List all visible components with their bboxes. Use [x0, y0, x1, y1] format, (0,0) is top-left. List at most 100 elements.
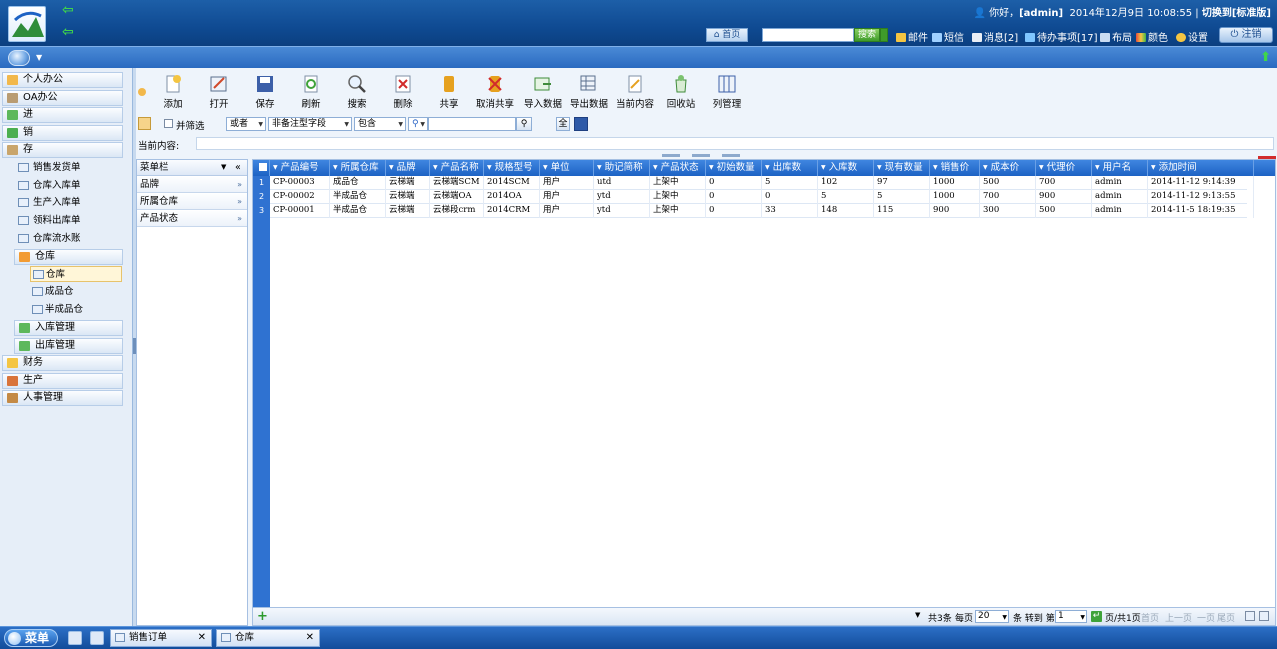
delete-button[interactable]: 删除	[380, 74, 426, 114]
column-header[interactable]: 产品状态	[650, 160, 706, 176]
sidebar-sub-finished-goods[interactable]: 成品仓	[30, 284, 122, 300]
column-header[interactable]: 所属仓库	[330, 160, 386, 176]
panel-collapse-icon[interactable]: «	[235, 160, 241, 175]
column-header[interactable]: 销售价	[930, 160, 980, 176]
refresh-button[interactable]: 刷新	[288, 74, 334, 114]
row-number[interactable]: 2	[253, 190, 270, 204]
task-sales-order[interactable]: 销售订单 ✕	[110, 629, 212, 647]
panel-item-brand[interactable]: 品牌 »	[137, 177, 247, 193]
close-icon[interactable]: ✕	[198, 630, 206, 646]
sidebar-item-production[interactable]: 生产	[2, 373, 123, 389]
filter-value-input[interactable]	[428, 117, 516, 131]
last-page-button[interactable]: 尾页	[1217, 611, 1235, 624]
select-all-button[interactable]: 全	[556, 117, 570, 131]
table-row[interactable]: CP-00001 半成品仓 云梯端 云梯段crm 2014CRM 用户 ytd 上架中 0 33 1…	[270, 204, 1254, 218]
column-header[interactable]: 初始数量	[706, 160, 762, 176]
column-header[interactable]: 助记简称	[594, 160, 650, 176]
page-select[interactable]: 1	[1055, 610, 1087, 623]
current-content-input[interactable]	[196, 137, 1274, 150]
header-search-input[interactable]	[762, 28, 854, 42]
message-link[interactable]: 消息[2]	[972, 29, 1018, 44]
home-button[interactable]: ⌂ 首页	[706, 28, 748, 42]
unshare-button[interactable]: 取消共享	[472, 74, 518, 114]
sidebar-item-outbound[interactable]: 出库管理	[14, 338, 123, 354]
column-header[interactable]: 添加时间	[1148, 160, 1254, 176]
share-button[interactable]: 共享	[426, 74, 472, 114]
sidebar-item-purchase[interactable]: 进	[2, 107, 123, 123]
prev-page-button[interactable]: 上一页	[1165, 611, 1192, 624]
next-page-button[interactable]: 一页	[1197, 611, 1215, 624]
recycle-bin-button[interactable]: 回收站	[658, 74, 704, 114]
close-icon[interactable]: ✕	[306, 630, 314, 646]
field-select[interactable]: 非备注型字段	[268, 117, 352, 131]
per-page-select[interactable]: 20	[975, 610, 1009, 623]
search-button[interactable]: 搜索	[334, 74, 380, 114]
sidebar-sub-sales-delivery[interactable]: 销售发货单	[18, 160, 81, 176]
column-header[interactable]: 成本价	[980, 160, 1036, 176]
sidebar-item-sales[interactable]: 销	[2, 125, 123, 141]
sidebar-sub-material-out[interactable]: 领料出库单	[18, 213, 81, 229]
sidebar-sub-warehouse-in[interactable]: 仓库入库单	[18, 178, 81, 194]
pager-dropdown-icon[interactable]: ▼	[915, 611, 920, 619]
sidebar-item-finance[interactable]: 财务	[2, 355, 123, 371]
open-button[interactable]: 打开	[196, 74, 242, 114]
globe-icon[interactable]	[8, 50, 30, 66]
start-menu-button[interactable]: 菜单	[4, 629, 58, 647]
save-button[interactable]: 保存	[242, 74, 288, 114]
column-header[interactable]: 产品名称	[430, 160, 484, 176]
mail-link[interactable]: 邮件	[896, 29, 928, 44]
sms-link[interactable]: 短信	[932, 29, 964, 44]
header-search-button[interactable]: 搜索	[854, 28, 880, 42]
column-header[interactable]: 入库数	[818, 160, 874, 176]
splitter-grip[interactable]	[722, 154, 740, 157]
up-arrow-icon[interactable]: ⬆	[1260, 50, 1271, 65]
quick-launch-icon[interactable]	[68, 631, 82, 645]
filter-search-button[interactable]: ⚲	[516, 117, 532, 131]
column-manage-button[interactable]: 列管理	[704, 74, 750, 114]
operator-select[interactable]: 包含	[354, 117, 406, 131]
row-number[interactable]: 3	[253, 204, 270, 218]
column-header[interactable]: 出库数	[762, 160, 818, 176]
search-dropdown-icon[interactable]	[880, 28, 888, 42]
task-warehouse[interactable]: 仓库 ✕	[216, 629, 320, 647]
todo-link[interactable]: 待办事项[17]	[1025, 29, 1098, 44]
add-button[interactable]: 添加	[150, 74, 196, 114]
column-header[interactable]: 用户名	[1092, 160, 1148, 176]
chevron-down-icon[interactable]: ▼	[36, 53, 42, 62]
layout-link[interactable]: 布局	[1100, 29, 1132, 44]
sidebar-item-stock[interactable]: 存	[2, 142, 123, 158]
column-header[interactable]: 产品编号	[270, 160, 330, 176]
panel-dropdown-icon[interactable]: ▼	[221, 160, 226, 175]
and-filter-checkbox[interactable]	[164, 119, 173, 128]
column-header[interactable]: 品牌	[386, 160, 430, 176]
save-filter-icon[interactable]	[574, 117, 588, 131]
column-header[interactable]: 规格型号	[484, 160, 540, 176]
select-all-checkbox[interactable]	[253, 160, 270, 176]
first-page-button[interactable]: 首页	[1141, 611, 1159, 624]
sidebar-sub-production-in[interactable]: 生产入库单	[18, 195, 81, 211]
logout-button[interactable]: ⏻ 注销	[1219, 27, 1273, 43]
logic-select[interactable]: 或者	[226, 117, 266, 131]
sidebar-item-hr[interactable]: 人事管理	[2, 390, 123, 406]
switch-version-link[interactable]: 切换到[标准版]	[1202, 8, 1271, 19]
column-header[interactable]: 现有数量	[874, 160, 930, 176]
export-button[interactable]: 导出数据	[566, 74, 612, 114]
list-view-icon[interactable]	[1259, 611, 1269, 621]
forward-arrow-icon[interactable]: ⇦	[62, 25, 74, 39]
table-row[interactable]: CP-00003 成品仓 云梯端 云梯端SCM 2014SCM 用户 utd 上架中 0 5 102…	[270, 176, 1254, 190]
splitter-grip[interactable]	[662, 154, 680, 157]
settings-link[interactable]: 设置	[1176, 29, 1208, 44]
grid-view-icon[interactable]	[1245, 611, 1255, 621]
sidebar-item-warehouse[interactable]: 仓库	[14, 249, 123, 265]
sidebar-item-oa[interactable]: OA办公	[2, 90, 123, 106]
add-row-icon[interactable]: +	[257, 610, 268, 623]
desktop-icon[interactable]	[90, 631, 104, 645]
sidebar-sub-warehouse-ledger[interactable]: 仓库流水账	[18, 231, 81, 247]
panel-item-status[interactable]: 产品状态 »	[137, 211, 247, 227]
color-link[interactable]: 颜色	[1136, 29, 1168, 44]
table-row[interactable]: CP-00002 半成品仓 云梯端 云梯端OA 2014OA 用户 ytd 上架中 0 0 5 5 10…	[270, 190, 1254, 204]
filter-config-icon[interactable]	[138, 117, 151, 130]
sidebar-sub-warehouse-selected[interactable]: 仓库	[30, 266, 122, 282]
import-button[interactable]: 导入数据	[520, 74, 566, 114]
splitter-grip[interactable]	[692, 154, 710, 157]
